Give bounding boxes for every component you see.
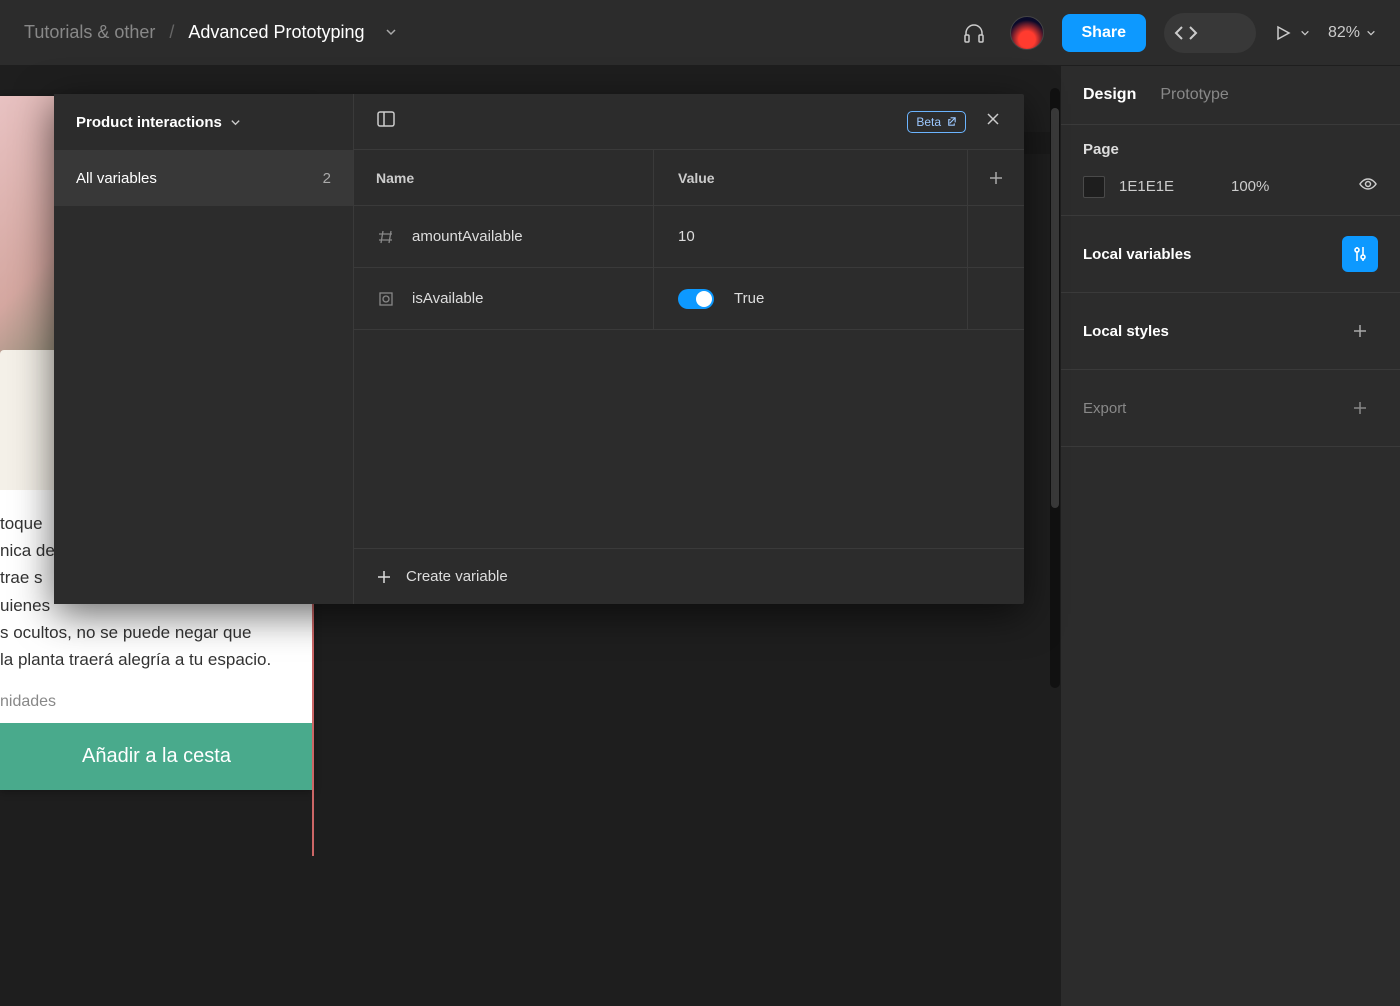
variables-panel: Product interactions All variables 2 Bet… [54, 94, 1024, 604]
create-variable-label: Create variable [406, 568, 508, 585]
sidebar-toggle-icon[interactable] [376, 109, 396, 134]
local-variables-section[interactable]: Local variables [1061, 216, 1400, 293]
create-variable-button[interactable]: Create variable [354, 548, 1024, 604]
row-actions[interactable] [968, 268, 1024, 329]
top-bar: Tutorials & other / Advanced Prototyping… [0, 0, 1400, 66]
export-section[interactable]: Export [1061, 370, 1400, 447]
inspector-tabs: Design Prototype [1061, 66, 1400, 125]
page-color-opacity[interactable]: 100% [1231, 178, 1344, 195]
scrollbar-thumb[interactable] [1051, 108, 1059, 508]
export-label: Export [1083, 400, 1126, 417]
project-name[interactable]: Tutorials & other [24, 22, 155, 43]
variables-settings-icon[interactable] [1342, 236, 1378, 272]
add-mode-button[interactable] [968, 150, 1024, 205]
color-swatch[interactable] [1083, 176, 1105, 198]
collection-dropdown[interactable]: Product interactions [54, 94, 353, 150]
row-actions[interactable] [968, 206, 1024, 267]
plus-icon[interactable] [1342, 390, 1378, 426]
avatar[interactable] [1010, 16, 1044, 50]
breadcrumb-separator: / [169, 22, 174, 43]
inspector-panel: Design Prototype Page 1E1E1E 100% Local … [1060, 66, 1400, 1006]
column-value-header[interactable]: Value [654, 150, 968, 205]
variables-sidebar: Product interactions All variables 2 [54, 94, 354, 604]
local-styles-section[interactable]: Local styles [1061, 293, 1400, 370]
boolean-toggle[interactable] [678, 289, 714, 309]
canvas-scrollbar[interactable] [1050, 88, 1060, 688]
tab-design[interactable]: Design [1083, 86, 1136, 104]
local-variables-label: Local variables [1083, 246, 1191, 263]
chevron-down-icon[interactable] [385, 25, 397, 41]
local-styles-label: Local styles [1083, 323, 1169, 340]
headphones-icon[interactable] [956, 15, 992, 51]
boolean-type-icon [376, 289, 396, 309]
variables-panel-header: Beta [354, 94, 1024, 150]
variable-row[interactable]: amountAvailable 10 [354, 206, 1024, 268]
eye-icon[interactable] [1358, 174, 1378, 199]
desc-line: s ocultos, no se puede negar que [0, 619, 313, 646]
top-actions: Share 82% [956, 13, 1377, 53]
beta-text: Beta [916, 115, 941, 129]
variables-table-area: Beta Name Value [354, 94, 1024, 604]
breadcrumb[interactable]: Tutorials & other / Advanced Prototyping [24, 22, 397, 43]
page-color-hex[interactable]: 1E1E1E [1119, 178, 1189, 195]
variable-value: True [734, 290, 764, 307]
variable-value-cell[interactable]: True [654, 268, 968, 329]
beta-badge[interactable]: Beta [907, 111, 966, 133]
number-type-icon [376, 227, 396, 247]
dev-mode-toggle[interactable] [1164, 13, 1256, 53]
tab-prototype[interactable]: Prototype [1160, 86, 1228, 104]
file-name[interactable]: Advanced Prototyping [188, 22, 364, 43]
variable-row[interactable]: isAvailable True [354, 268, 1024, 330]
all-variables-label: All variables [76, 170, 157, 187]
add-to-cart-button[interactable]: Añadir a la cesta [0, 723, 313, 790]
units-text: nidades [0, 693, 313, 723]
variable-value-cell[interactable]: 10 [654, 206, 968, 267]
close-icon[interactable] [984, 110, 1002, 133]
variable-name: isAvailable [412, 290, 483, 307]
plus-icon[interactable] [1342, 313, 1378, 349]
share-button[interactable]: Share [1062, 14, 1146, 52]
all-variables-group[interactable]: All variables 2 [54, 150, 353, 206]
page-background-row[interactable]: 1E1E1E 100% [1083, 174, 1378, 199]
zoom-value: 82% [1328, 24, 1360, 42]
zoom-level[interactable]: 82% [1328, 24, 1376, 42]
desc-line: la planta traerá alegría a tu espacio. [0, 646, 313, 673]
variables-table: Name Value amountAvailable 10 [354, 150, 1024, 548]
all-variables-count: 2 [323, 170, 331, 187]
present-button[interactable] [1274, 24, 1310, 42]
page-section-title: Page [1083, 141, 1378, 158]
variable-value: 10 [678, 228, 695, 245]
column-name-header[interactable]: Name [354, 150, 654, 205]
collection-name: Product interactions [76, 114, 222, 131]
variable-name: amountAvailable [412, 228, 523, 245]
variables-table-header: Name Value [354, 150, 1024, 206]
page-section: Page 1E1E1E 100% [1061, 125, 1400, 216]
